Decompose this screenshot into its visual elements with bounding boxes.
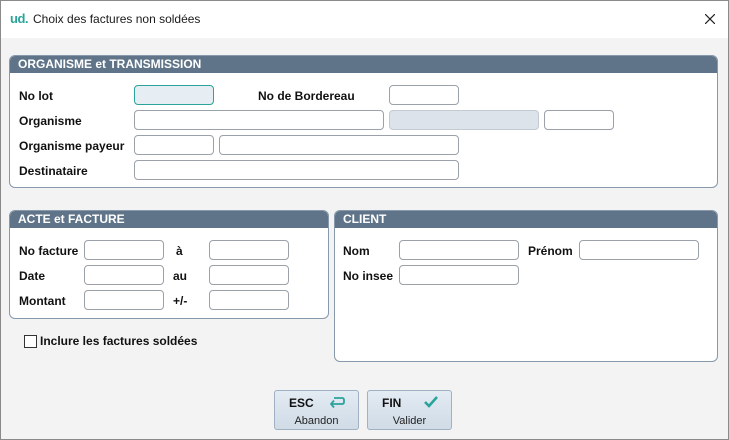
prenom-label: Prénom <box>528 244 573 258</box>
montant-tolerance-label: +/- <box>173 294 188 308</box>
no-lot-input[interactable] <box>134 85 214 105</box>
checkmark-icon <box>423 395 439 414</box>
montant-tolerance-input[interactable] <box>209 290 289 310</box>
window-title: Choix des factures non soldées <box>33 12 201 26</box>
acte-panel-heading: ACTE et FACTURE <box>10 211 328 228</box>
organisme-name-display <box>389 110 539 130</box>
include-paid-checkbox[interactable] <box>24 335 37 348</box>
client-panel: CLIENT <box>334 210 718 362</box>
destinataire-label: Destinataire <box>19 164 88 178</box>
organisme-input[interactable] <box>134 110 384 130</box>
include-paid-label: Inclure les factures soldées <box>40 334 198 348</box>
no-bordereau-label: No de Bordereau <box>258 89 355 103</box>
prenom-input[interactable] <box>579 240 699 260</box>
abandon-button-key: ESC <box>289 396 314 410</box>
nom-input[interactable] <box>399 240 519 260</box>
abandon-button[interactable]: ESC Abandon <box>274 390 359 430</box>
no-facture-from-input[interactable] <box>84 240 164 260</box>
no-facture-to-label: à <box>176 244 183 258</box>
organisme-label: Organisme <box>19 114 82 128</box>
app-logo: ud. <box>10 11 29 26</box>
organisme-payeur-code-input[interactable] <box>134 135 214 155</box>
valider-button-label: Valider <box>392 415 427 427</box>
valider-button-key: FIN <box>382 396 402 410</box>
return-arrow-icon <box>328 395 346 414</box>
organisme-payeur-name-input[interactable] <box>219 135 459 155</box>
montant-input[interactable] <box>84 290 164 310</box>
destinataire-input[interactable] <box>134 160 459 180</box>
date-label: Date <box>19 269 46 283</box>
no-insee-label: No insee <box>343 269 394 283</box>
nom-label: Nom <box>343 244 370 258</box>
no-bordereau-input[interactable] <box>389 85 459 105</box>
no-facture-to-input[interactable] <box>209 240 289 260</box>
client-panel-heading: CLIENT <box>335 211 717 228</box>
valider-button[interactable]: FIN Valider <box>367 390 452 430</box>
date-to-input[interactable] <box>209 265 289 285</box>
title-bar: ud. Choix des factures non soldées <box>1 1 728 37</box>
organisme-panel-heading: ORGANISME et TRANSMISSION <box>10 56 717 73</box>
no-insee-input[interactable] <box>399 265 519 285</box>
no-lot-label: No lot <box>19 89 53 103</box>
no-facture-label: No facture <box>19 244 79 258</box>
date-from-input[interactable] <box>84 265 164 285</box>
montant-label: Montant <box>19 294 66 308</box>
abandon-button-label: Abandon <box>294 415 339 427</box>
organisme-extra-input[interactable] <box>544 110 614 130</box>
close-icon <box>705 14 715 24</box>
date-to-label: au <box>173 269 188 283</box>
close-button[interactable] <box>696 5 724 33</box>
organisme-payeur-label: Organisme payeur <box>19 139 125 153</box>
